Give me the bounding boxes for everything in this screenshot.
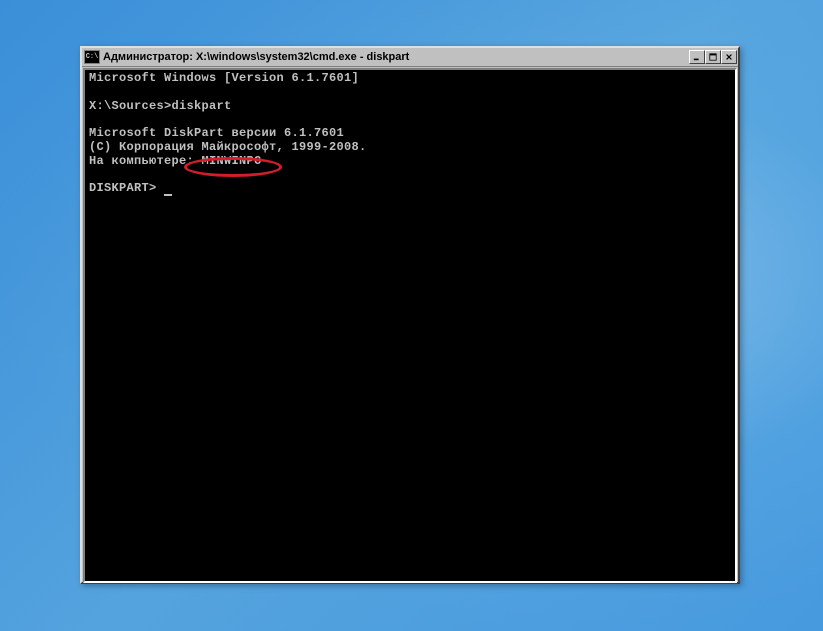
cmd-window: C:\ Администратор: X:\windows\system32\c… [80,46,740,584]
cursor [164,194,172,196]
minimize-button[interactable] [689,50,705,64]
window-title: Администратор: X:\windows\system32\cmd.e… [103,51,689,63]
maximize-button[interactable] [705,50,721,64]
titlebar[interactable]: C:\ Администратор: X:\windows\system32\c… [82,48,738,67]
version-line: Microsoft Windows [Version 6.1.7601] [89,71,359,85]
window-icon: C:\ [84,50,100,64]
close-button[interactable] [721,50,737,64]
diskpart-version: Microsoft DiskPart версии 6.1.7601 [89,126,344,140]
terminal-output[interactable]: Microsoft Windows [Version 6.1.7601] X:\… [83,68,737,583]
computer-line: На компьютере: MINWINPC [89,154,262,168]
command-input: diskpart [172,99,232,113]
diskpart-prompt: DISKPART> [89,181,164,195]
window-controls [689,50,737,64]
copyright-line: (C) Корпорация Майкрософт, 1999-2008. [89,140,367,154]
prompt-path: X:\Sources> [89,99,172,113]
